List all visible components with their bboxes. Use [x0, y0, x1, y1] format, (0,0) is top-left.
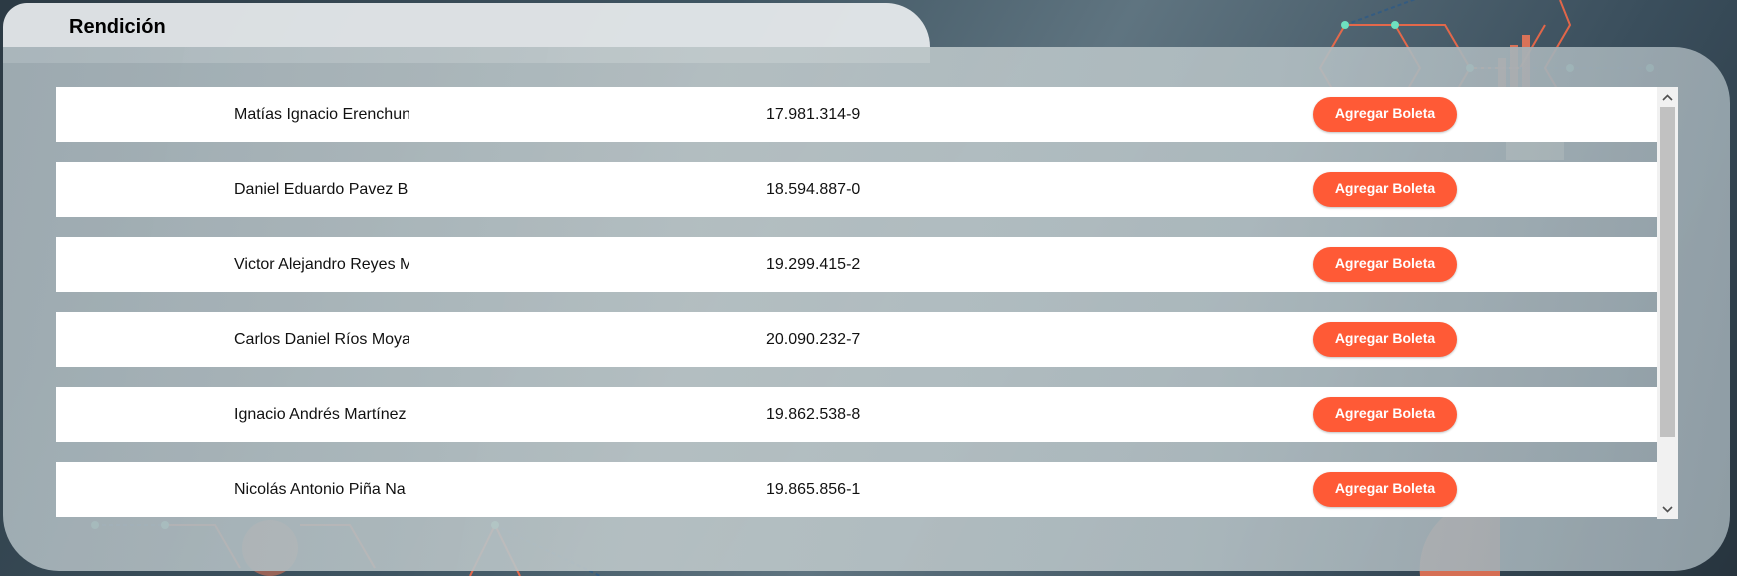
- add-receipt-button[interactable]: Agregar Boleta: [1313, 247, 1457, 282]
- scrollbar-thumb[interactable]: [1660, 107, 1675, 437]
- student-rut: 18.594.887-0: [766, 181, 861, 198]
- add-receipt-button[interactable]: Agregar Boleta: [1313, 472, 1457, 507]
- student-rut: 19.865.856-1: [766, 481, 861, 498]
- student-rut: 20.090.232-7: [766, 331, 861, 348]
- add-receipt-button[interactable]: Agregar Boleta: [1313, 397, 1457, 432]
- student-name: Victor Alejandro Reyes M: [234, 256, 409, 273]
- list-row: Carlos Daniel Ríos Moya 20.090.232-7 Agr…: [56, 312, 1657, 367]
- student-rut: 19.862.538-8: [766, 406, 861, 423]
- list-row: Daniel Eduardo Pavez B 18.594.887-0 Agre…: [56, 162, 1657, 217]
- student-rut: 19.299.415-2: [766, 256, 861, 273]
- student-name: Ignacio Andrés Martínez: [234, 406, 407, 423]
- student-name: Daniel Eduardo Pavez B: [234, 181, 409, 198]
- list-row: Matías Ignacio Erenchun 17.981.314-9 Agr…: [56, 87, 1657, 142]
- add-receipt-button[interactable]: Agregar Boleta: [1313, 322, 1457, 357]
- add-receipt-button[interactable]: Agregar Boleta: [1313, 172, 1457, 207]
- list-row: Nicolás Antonio Piña Na 19.865.856-1 Agr…: [56, 462, 1657, 517]
- student-name: Nicolás Antonio Piña Na: [234, 481, 406, 498]
- chevron-down-icon[interactable]: [1657, 499, 1678, 519]
- chevron-up-icon[interactable]: [1657, 87, 1678, 107]
- add-receipt-button[interactable]: Agregar Boleta: [1313, 97, 1457, 132]
- student-list: Matías Ignacio Erenchun 17.981.314-9 Agr…: [56, 87, 1678, 519]
- student-name: Carlos Daniel Ríos Moya: [234, 331, 409, 348]
- list-row: Ignacio Andrés Martínez 19.862.538-8 Agr…: [56, 387, 1657, 442]
- student-rut: 17.981.314-9: [766, 106, 861, 123]
- student-name: Matías Ignacio Erenchun: [234, 106, 409, 123]
- list-row: Victor Alejandro Reyes M 19.299.415-2 Ag…: [56, 237, 1657, 292]
- vertical-scrollbar[interactable]: [1657, 87, 1678, 519]
- section-title: Rendición: [69, 16, 166, 38]
